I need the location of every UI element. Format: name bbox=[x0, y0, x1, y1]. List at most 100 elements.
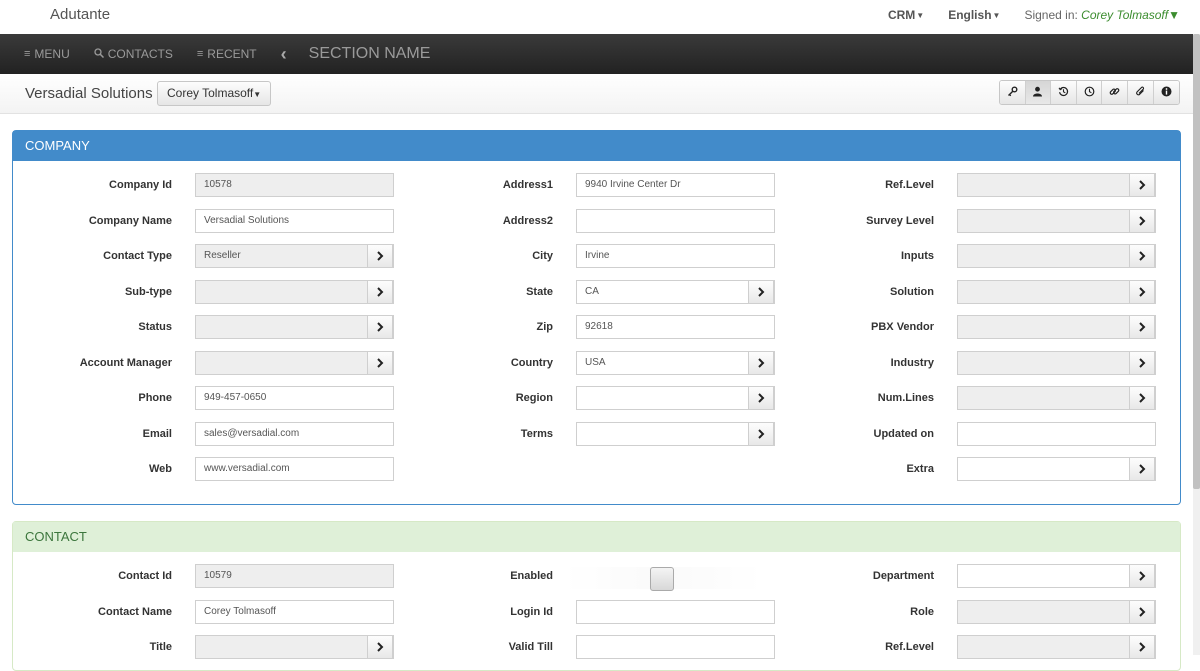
nav-contacts[interactable]: CONTACTS bbox=[94, 47, 173, 61]
history-icon bbox=[1058, 86, 1069, 100]
company-updated-on-field[interactable] bbox=[957, 422, 1156, 446]
company-phone-value: 949-457-0650 bbox=[204, 392, 267, 403]
chevron-right-icon[interactable] bbox=[1129, 565, 1155, 587]
company-company-id-value: 10578 bbox=[204, 179, 232, 190]
vertical-scrollbar[interactable] bbox=[1193, 34, 1200, 655]
company-state-label: State bbox=[526, 286, 553, 298]
company-industry-label: Industry bbox=[890, 357, 934, 369]
company-region-field[interactable] bbox=[576, 386, 775, 410]
company-company-name-label: Company Name bbox=[88, 215, 172, 227]
attachment-button[interactable] bbox=[1127, 81, 1154, 104]
company-num-lines-label: Num.Lines bbox=[877, 392, 934, 404]
clock-button[interactable] bbox=[1076, 81, 1103, 104]
owner-dropdown-button[interactable]: Corey Tolmasoff▼ bbox=[157, 81, 272, 106]
company-industry-field[interactable] bbox=[957, 351, 1156, 375]
user-icon bbox=[1032, 86, 1043, 100]
top-right-menu: CRM▼ English▼ Signed in: Corey Tolmasoff… bbox=[864, 8, 1180, 22]
contact-login-id-field[interactable] bbox=[576, 600, 775, 624]
chevron-right-icon[interactable] bbox=[1129, 245, 1155, 267]
company-email-label: Email bbox=[142, 428, 172, 440]
company-web-field[interactable]: www.versadial.com bbox=[195, 457, 394, 481]
company-pbx-vendor-field[interactable] bbox=[957, 315, 1156, 339]
link-button[interactable] bbox=[1102, 81, 1128, 104]
company-contact-type-label: Contact Type bbox=[103, 250, 172, 262]
chevron-right-icon[interactable] bbox=[1129, 210, 1155, 232]
contact-ref-level-label: Ref.Level bbox=[885, 641, 934, 653]
company-state-value: CA bbox=[585, 286, 599, 297]
contact-ref-level-field[interactable] bbox=[957, 635, 1156, 659]
nav-recent[interactable]: ≡ RECENT bbox=[197, 47, 257, 61]
top-bar: Adutante CRM▼ English▼ Signed in: Corey … bbox=[0, 0, 1200, 34]
info-button[interactable] bbox=[1153, 81, 1180, 104]
key-button[interactable] bbox=[1000, 81, 1026, 104]
record-header: Versadial Solutions Corey Tolmasoff▼ bbox=[0, 74, 1193, 114]
company-zip-field[interactable]: 92618 bbox=[576, 315, 775, 339]
company-extra-field[interactable] bbox=[957, 457, 1156, 481]
company-contact-type-value: Reseller bbox=[204, 250, 241, 261]
chevron-right-icon[interactable] bbox=[1129, 387, 1155, 409]
company-solution-field[interactable] bbox=[957, 280, 1156, 304]
company-city-label: City bbox=[532, 250, 553, 262]
company-terms-field[interactable] bbox=[576, 422, 775, 446]
info-icon bbox=[1161, 86, 1172, 100]
contact-department-field[interactable] bbox=[957, 564, 1156, 588]
enabled-checkbox[interactable] bbox=[650, 567, 674, 591]
contact-contact-name-field[interactable]: Corey Tolmasoff bbox=[195, 600, 394, 624]
main-navbar: ≡ MENU CONTACTS ≡ RECENT ‹ SECTION NAME bbox=[0, 34, 1193, 74]
company-num-lines-field[interactable] bbox=[957, 386, 1156, 410]
crm-menu[interactable]: CRM▼ bbox=[888, 8, 924, 22]
contact-contact-id-field: 10579 bbox=[195, 564, 394, 588]
chevron-right-icon[interactable] bbox=[1129, 636, 1155, 658]
user-menu[interactable]: Corey Tolmasoff▼ bbox=[1081, 8, 1180, 22]
company-account-manager-label: Account Manager bbox=[79, 357, 172, 369]
company-survey-level-field[interactable] bbox=[957, 209, 1156, 233]
company-sub-type-label: Sub-type bbox=[124, 286, 172, 298]
company-account-manager-field[interactable] bbox=[195, 351, 394, 375]
chevron-right-icon[interactable] bbox=[1129, 316, 1155, 338]
company-web-value: www.versadial.com bbox=[204, 463, 290, 474]
company-address2-field[interactable] bbox=[576, 209, 775, 233]
company-status-field[interactable] bbox=[195, 315, 394, 339]
record-toolbar bbox=[999, 80, 1181, 105]
company-address1-value: 9940 Irvine Center Dr bbox=[585, 179, 681, 190]
chevron-right-icon[interactable] bbox=[1129, 174, 1155, 196]
contact-role-field[interactable] bbox=[957, 600, 1156, 624]
chevron-right-icon[interactable] bbox=[1129, 601, 1155, 623]
key-icon bbox=[1007, 86, 1018, 100]
history-button[interactable] bbox=[1051, 81, 1077, 104]
company-city-field[interactable]: Irvine bbox=[576, 244, 775, 268]
search-icon bbox=[94, 47, 104, 61]
chevron-right-icon[interactable] bbox=[1129, 281, 1155, 303]
link-icon bbox=[1109, 86, 1120, 100]
company-email-value: sales@versadial.com bbox=[204, 428, 300, 439]
contact-valid-till-field[interactable] bbox=[576, 635, 775, 659]
company-solution-label: Solution bbox=[890, 286, 934, 298]
chevron-right-icon[interactable] bbox=[1129, 352, 1155, 374]
company-email-field[interactable]: sales@versadial.com bbox=[195, 422, 394, 446]
company-state-field[interactable]: CA bbox=[576, 280, 775, 304]
company-inputs-label: Inputs bbox=[901, 250, 934, 262]
company-phone-field[interactable]: 949-457-0650 bbox=[195, 386, 394, 410]
chevron-left-icon[interactable]: ‹ bbox=[281, 44, 287, 65]
user-button[interactable] bbox=[1025, 81, 1052, 104]
scrollbar-thumb[interactable] bbox=[1193, 34, 1200, 489]
brand-logo[interactable]: Adutante bbox=[50, 6, 110, 23]
company-company-name-field[interactable]: Versadial Solutions bbox=[195, 209, 394, 233]
company-panel-heading: COMPANY bbox=[13, 131, 1180, 161]
contact-contact-id-value: 10579 bbox=[204, 570, 232, 581]
company-inputs-field[interactable] bbox=[957, 244, 1156, 268]
company-ref-level-label: Ref.Level bbox=[885, 179, 934, 191]
company-country-field[interactable]: USA bbox=[576, 351, 775, 375]
nav-menu-label: MENU bbox=[34, 47, 70, 61]
signed-in-label: Signed in: bbox=[1024, 8, 1078, 22]
chevron-right-icon[interactable] bbox=[1129, 458, 1155, 480]
contact-title-field[interactable] bbox=[195, 635, 394, 659]
company-address1-field[interactable]: 9940 Irvine Center Dr bbox=[576, 173, 775, 197]
company-sub-type-field[interactable] bbox=[195, 280, 394, 304]
company-contact-type-field[interactable]: Reseller bbox=[195, 244, 394, 268]
company-country-value: USA bbox=[585, 357, 606, 368]
signed-in-info: Signed in: Corey Tolmasoff▼ bbox=[1024, 8, 1180, 22]
nav-menu[interactable]: ≡ MENU bbox=[24, 47, 70, 61]
language-menu[interactable]: English▼ bbox=[948, 8, 1000, 22]
company-ref-level-field[interactable] bbox=[957, 173, 1156, 197]
